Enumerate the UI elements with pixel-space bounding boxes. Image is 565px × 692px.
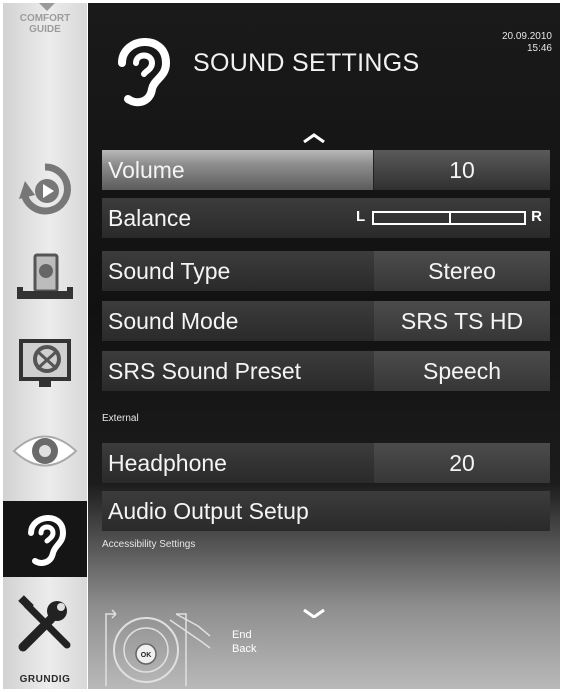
section-external: External <box>102 413 139 424</box>
eye-icon <box>12 435 78 467</box>
volume-label: Volume <box>102 150 374 190</box>
menu-row-audio-output[interactable]: Audio Output Setup <box>102 491 550 531</box>
tv-screen: COMFORT GUIDE GRUNDIG 20.09.2010 15:46 S… <box>0 0 565 692</box>
sidebar-item-source[interactable] <box>3 151 87 227</box>
comfort-guide-label[interactable]: COMFORT GUIDE <box>3 13 87 35</box>
sound-icon <box>28 515 67 566</box>
balance-left-label: L <box>356 208 366 225</box>
volume-value[interactable]: 10 <box>374 150 550 190</box>
sidebar-item-eye[interactable] <box>3 413 87 489</box>
sound-mode-label: Sound Mode <box>102 301 374 341</box>
scroll-up-icon[interactable] <box>302 133 326 143</box>
tools-icon <box>18 595 71 652</box>
menu-row-sound-mode[interactable]: Sound Mode SRS TS HD <box>102 301 550 341</box>
menu-row-headphone[interactable]: Headphone 20 <box>102 443 550 483</box>
up-arrow-icon[interactable] <box>39 3 55 11</box>
page-title: SOUND SETTINGS <box>193 49 420 77</box>
source-icon <box>19 163 71 215</box>
headphone-label: Headphone <box>102 443 374 483</box>
balance-center-mark <box>449 213 451 223</box>
sidebar-item-sound[interactable] <box>3 501 87 577</box>
scroll-down-icon[interactable] <box>302 608 326 618</box>
balance-track <box>372 211 526 225</box>
comfort-label-line1: COMFORT <box>19 13 71 24</box>
menu-row-volume[interactable]: Volume 10 <box>102 150 550 190</box>
srs-preset-label: SRS Sound Preset <box>102 351 374 391</box>
brand-logo: GRUNDIG <box>19 674 71 685</box>
sound-type-label: Sound Type <box>102 251 374 291</box>
menu-row-balance[interactable]: Balance L R <box>102 198 550 238</box>
audio-output-label: Audio Output Setup <box>102 491 550 531</box>
date-time: 20.09.2010 15:46 <box>502 31 552 55</box>
menu-row-sound-type[interactable]: Sound Type Stereo <box>102 251 550 291</box>
ok-button-label: OK <box>141 652 152 659</box>
sidebar-item-picture[interactable] <box>3 325 87 401</box>
sound-settings-panel: 20.09.2010 15:46 SOUND SETTINGS Volume 1… <box>88 3 560 689</box>
menu-row-srs-preset[interactable]: SRS Sound Preset Speech <box>102 351 550 391</box>
headphone-value[interactable]: 20 <box>374 443 550 483</box>
media-icon <box>17 253 73 299</box>
current-time: 15:46 <box>526 43 552 54</box>
balance-slider[interactable]: L R <box>356 206 542 228</box>
remote-navigation-icon: OK <box>105 609 211 686</box>
sound-type-value[interactable]: Stereo <box>374 251 550 291</box>
comfort-label-line2: GUIDE <box>29 24 61 35</box>
section-accessibility[interactable]: Accessibility Settings <box>102 539 195 550</box>
sound-mode-value[interactable]: SRS TS HD <box>374 301 550 341</box>
balance-right-label: R <box>531 208 542 225</box>
sidebar-item-tools[interactable] <box>3 587 87 663</box>
srs-preset-value[interactable]: Speech <box>374 351 550 391</box>
current-date: 20.09.2010 <box>501 31 552 42</box>
ear-icon <box>118 38 171 107</box>
hint-back: Back <box>232 643 257 655</box>
sidebar-item-media[interactable] <box>3 239 87 315</box>
hint-end: End <box>232 629 252 641</box>
comfort-guide-sidebar: COMFORT GUIDE GRUNDIG <box>3 3 87 689</box>
picture-icon <box>19 339 71 387</box>
